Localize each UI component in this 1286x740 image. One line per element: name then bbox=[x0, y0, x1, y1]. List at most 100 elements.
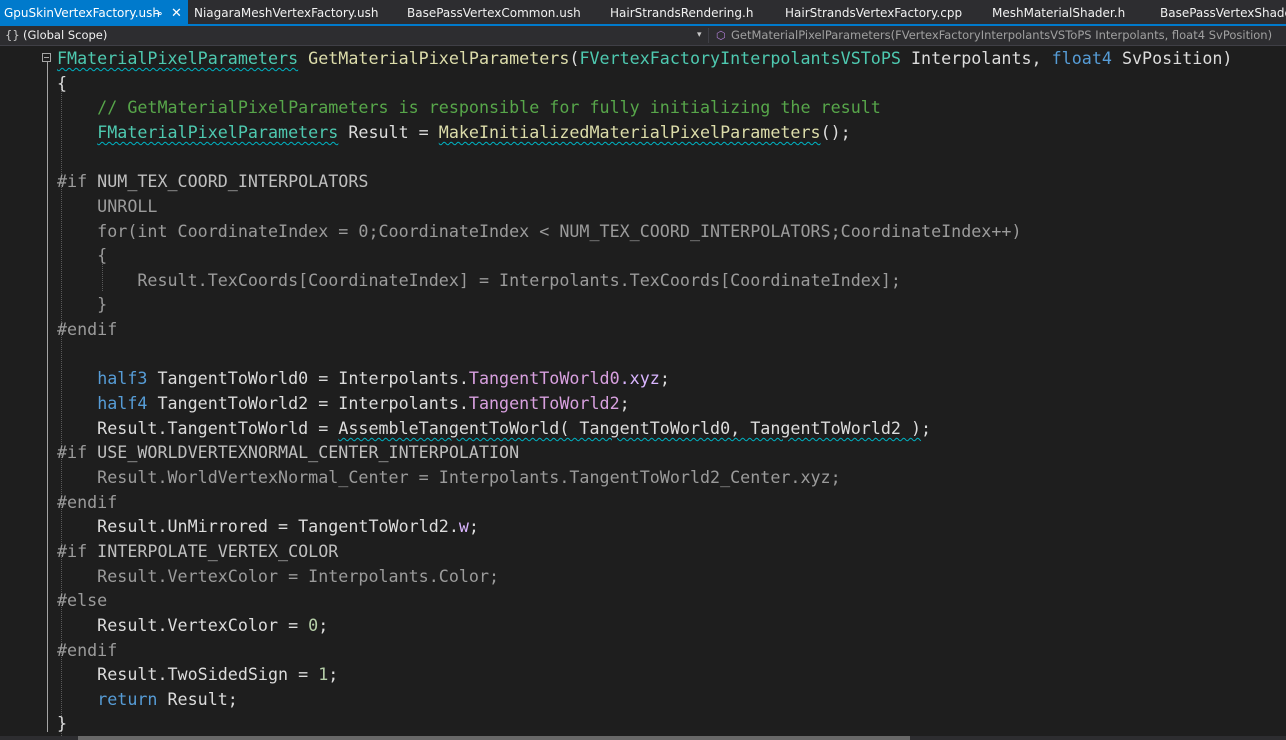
code-line: Result.VertexColor = Interpolants.Color; bbox=[57, 564, 499, 588]
code-line: UNROLL bbox=[57, 194, 157, 218]
code-line: half4 TangentToWorld2 = Interpolants.Tan… bbox=[57, 391, 630, 415]
code-token: TangentToWorld2 = Interpolants. bbox=[147, 393, 469, 413]
code-token: FMaterialPixelParameters bbox=[57, 48, 299, 68]
code-token: NUM_TEX_COORD_INTERPOLATORS bbox=[87, 171, 369, 191]
code-token: } bbox=[57, 713, 68, 733]
code-line: { bbox=[57, 243, 107, 267]
code-line: #endif bbox=[57, 317, 117, 341]
code-token: #if bbox=[57, 541, 88, 561]
code-line: Result.TwoSidedSign = 1; bbox=[57, 662, 338, 686]
member-dropdown[interactable]: GetMaterialPixelParameters(FVertexFactor… bbox=[731, 26, 1272, 45]
tab-label: GpuSkinVertexFactory.ush bbox=[4, 6, 160, 20]
code-token: Result.TangentToWorld = bbox=[57, 418, 339, 438]
code-token: TangentToWorld0 = Interpolants. bbox=[147, 368, 469, 388]
horizontal-scrollbar[interactable] bbox=[0, 736, 1286, 740]
code-token: for(int CoordinateIndex = 0;CoordinateIn… bbox=[57, 221, 1022, 241]
tab-niagarameshvertexfactory[interactable]: NiagaraMeshVertexFactory.ush bbox=[194, 0, 379, 24]
chevron-down-icon[interactable]: ▾ bbox=[697, 26, 702, 45]
tab-basepassvertexcommon[interactable]: BasePassVertexCommon.ush bbox=[407, 0, 581, 24]
code-token: ; bbox=[468, 516, 479, 536]
code-line: FMaterialPixelParameters GetMaterialPixe… bbox=[57, 46, 1232, 70]
code-token: GetMaterialPixelParameters bbox=[308, 48, 570, 68]
code-token: ; bbox=[328, 664, 339, 684]
code-token: #endif bbox=[57, 640, 118, 660]
tab-gpuskinvertexfactory[interactable]: GpuSkinVertexFactory.ush ⊸ ✕ bbox=[0, 0, 188, 24]
tab-label: BasePassVertexCommon.ush bbox=[407, 6, 581, 20]
code-editor[interactable]: FMaterialPixelParameters GetMaterialPixe… bbox=[0, 46, 1286, 736]
code-token: UNROLL bbox=[57, 196, 158, 216]
code-token: #endif bbox=[57, 492, 118, 512]
tab-hairstrandsvertexfactory[interactable]: HairStrandsVertexFactory.cpp bbox=[785, 0, 962, 24]
nav-divider bbox=[708, 28, 709, 43]
tab-label: MeshMaterialShader.h bbox=[992, 6, 1126, 20]
code-line: Result.TexCoords[CoordinateIndex] = Inte… bbox=[57, 268, 901, 292]
code-token: Interpolants, bbox=[900, 48, 1052, 68]
code-token: Result = bbox=[338, 122, 439, 142]
outline-fold-line bbox=[47, 62, 48, 732]
code-token: ; bbox=[318, 615, 329, 635]
pin-icon[interactable]: ⊸ bbox=[153, 0, 162, 24]
tab-label: HairStrandsRendering.h bbox=[610, 6, 754, 20]
code-line: } bbox=[57, 711, 67, 735]
code-token: #if bbox=[57, 171, 88, 191]
tab-basepassvertexshader[interactable]: BasePassVertexShader.u bbox=[1160, 0, 1286, 24]
method-icon: ⬡ bbox=[716, 29, 726, 42]
tab-label: NiagaraMeshVertexFactory.ush bbox=[194, 6, 379, 20]
code-line: { bbox=[57, 71, 67, 95]
code-token: #endif bbox=[57, 319, 118, 339]
tab-hairstrandsrendering[interactable]: HairStrandsRendering.h bbox=[610, 0, 753, 24]
scope-icon: {} bbox=[5, 28, 20, 42]
code-token: TangentToWorld2 bbox=[468, 393, 620, 413]
code-token: Result; bbox=[157, 689, 238, 709]
code-token: #if bbox=[57, 442, 88, 462]
code-line: #endif bbox=[57, 490, 117, 514]
code-line: Result.VertexColor = 0; bbox=[57, 613, 328, 637]
tab-label: HairStrandsVertexFactory.cpp bbox=[785, 6, 963, 20]
code-token: 1 bbox=[318, 664, 329, 684]
code-token: float4 bbox=[1051, 48, 1112, 68]
code-token: ; bbox=[659, 368, 670, 388]
code-token: INTERPOLATE_VERTEX_COLOR bbox=[87, 541, 339, 561]
code-token: Result.WorldVertexNormal_Center = Interp… bbox=[57, 467, 841, 487]
scrollbar-thumb[interactable] bbox=[78, 736, 910, 740]
code-line: #endif bbox=[57, 638, 117, 662]
code-token: Result.VertexColor = Interpolants.Color; bbox=[57, 566, 500, 586]
code-token: } bbox=[57, 294, 108, 314]
code-token: half4 bbox=[97, 393, 148, 413]
close-icon[interactable]: ✕ bbox=[171, 0, 182, 24]
code-line: #if NUM_TEX_COORD_INTERPOLATORS bbox=[57, 169, 368, 193]
code-line: return Result; bbox=[57, 687, 238, 711]
code-token: .xyz bbox=[619, 368, 660, 388]
collapse-icon[interactable] bbox=[42, 53, 51, 62]
code-token: AssembleTangentToWorld( TangentToWorld0,… bbox=[338, 418, 922, 438]
code-token: ( bbox=[569, 48, 580, 68]
code-token: USE_WORLDVERTEXNORMAL_CENTER_INTERPOLATI… bbox=[87, 442, 520, 462]
code-line: FMaterialPixelParameters Result = MakeIn… bbox=[57, 120, 851, 144]
code-token: Result.UnMirrored = TangentToWorld2. bbox=[57, 516, 459, 536]
navigation-bar: {} (Global Scope) ▾ ⬡ GetMaterialPixelPa… bbox=[0, 26, 1286, 46]
code-token: FVertexFactoryInterpolantsVSToPS bbox=[579, 48, 901, 68]
code-token: Result.TwoSidedSign = bbox=[57, 664, 319, 684]
code-line: Result.WorldVertexNormal_Center = Interp… bbox=[57, 465, 841, 489]
code-token: SvPosition) bbox=[1111, 48, 1233, 68]
code-line: #if USE_WORLDVERTEXNORMAL_CENTER_INTERPO… bbox=[57, 440, 519, 464]
document-tab-bar: GpuSkinVertexFactory.ush ⊸ ✕ NiagaraMesh… bbox=[0, 0, 1286, 24]
code-token: ; bbox=[619, 393, 630, 413]
code-line: Result.TangentToWorld = AssembleTangentT… bbox=[57, 416, 931, 440]
code-token: (); bbox=[820, 122, 851, 142]
code-token: return bbox=[97, 689, 158, 709]
code-token: half3 bbox=[97, 368, 148, 388]
code-token: ; bbox=[921, 418, 932, 438]
code-token: { bbox=[57, 245, 108, 265]
tab-meshmaterialshader[interactable]: MeshMaterialShader.h bbox=[992, 0, 1125, 24]
code-token: #else bbox=[57, 590, 108, 610]
code-token: { bbox=[57, 73, 68, 93]
code-line: Result.UnMirrored = TangentToWorld2.w; bbox=[57, 514, 479, 538]
code-line: } bbox=[57, 292, 107, 316]
scope-dropdown[interactable]: (Global Scope) bbox=[23, 26, 107, 45]
code-token: Result.VertexColor = bbox=[57, 615, 309, 635]
